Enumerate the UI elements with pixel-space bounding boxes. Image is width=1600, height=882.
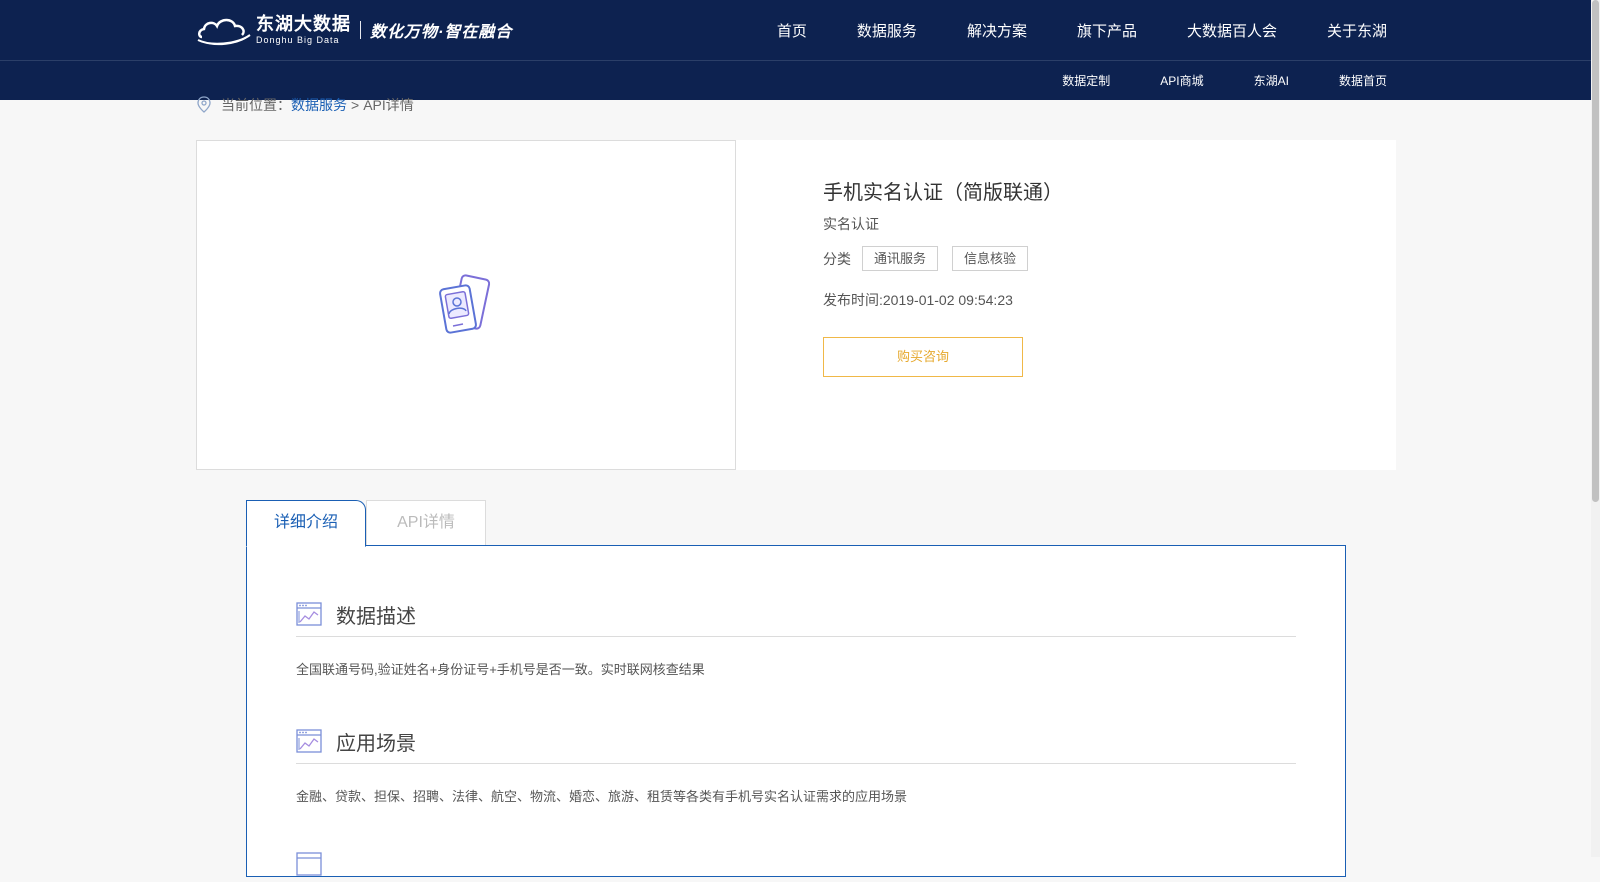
- nav-item-about[interactable]: 关于东湖: [1327, 20, 1387, 41]
- nav-item-home[interactable]: 首页: [777, 20, 807, 41]
- detail-tabs: 详细介绍 API详情: [246, 500, 486, 547]
- product-subtitle: 实名认证: [823, 216, 879, 232]
- subnav-item-api-store[interactable]: API商城: [1160, 72, 1203, 89]
- breadcrumb-link-data-services[interactable]: 数据服务: [291, 95, 347, 115]
- subnav-item-data-home[interactable]: 数据首页: [1339, 72, 1387, 89]
- top-header: 东湖大数据 Donghu Big Data 数化万物·智在融合 首页 数据服务 …: [0, 0, 1591, 61]
- tab-content-panel: 数据描述 全国联通号码,验证姓名+身份证号+手机号是否一致。实时联网核查结果 应…: [246, 545, 1346, 877]
- section-next-partial: [296, 851, 1296, 882]
- logo-slogan: 数化万物·智在融合: [370, 24, 513, 41]
- chart-window-icon: [296, 602, 322, 626]
- category-label: 分类: [823, 250, 851, 267]
- breadcrumb-separator: >: [351, 97, 360, 113]
- breadcrumb: 当前位置： 数据服务 > API详情: [196, 96, 414, 114]
- subnav-item-donghu-ai[interactable]: 东湖AI: [1254, 72, 1289, 89]
- cloud-logo-icon: [197, 18, 251, 46]
- nav-item-products[interactable]: 旗下产品: [1077, 20, 1137, 41]
- page-scrollbar[interactable]: [1591, 0, 1600, 857]
- buy-consult-button[interactable]: 购买咨询: [823, 337, 1023, 377]
- tab-detail-intro[interactable]: 详细介绍: [246, 500, 366, 547]
- scrollbar-thumb[interactable]: [1592, 0, 1599, 502]
- product-card: 手机实名认证（简版联通） 实名认证 分类 通讯服务 信息核验 发布时间:2019…: [196, 140, 1396, 470]
- logo-text: 东湖大数据 Donghu Big Data: [256, 15, 351, 45]
- chart-window-icon: [296, 729, 322, 753]
- location-pin-icon: [197, 96, 211, 113]
- nav-item-solutions[interactable]: 解决方案: [967, 20, 1027, 41]
- sub-nav: 数据定制 API商城 东湖AI 数据首页: [1012, 61, 1387, 100]
- site-logo[interactable]: 东湖大数据 Donghu Big Data 数化万物·智在融合: [196, 12, 512, 48]
- section-body: 全国联通号码,验证姓名+身份证号+手机号是否一致。实时联网核查结果: [296, 662, 705, 677]
- section-title: 数据描述: [336, 605, 416, 628]
- subnav-item-custom-data[interactable]: 数据定制: [1062, 72, 1110, 89]
- section-use-cases: 应用场景 金融、贷款、担保、招聘、法律、航空、物流、婚恋、旅游、租赁等各类有手机…: [296, 725, 1296, 805]
- publish-time: 发布时间:2019-01-02 09:54:23: [823, 292, 1013, 308]
- category-tag-verification[interactable]: 信息核验: [952, 246, 1029, 271]
- chart-window-icon: [296, 852, 322, 876]
- nav-item-data-services[interactable]: 数据服务: [857, 20, 917, 41]
- logo-name: 东湖大数据: [256, 14, 351, 34]
- product-title: 手机实名认证（简版联通）: [823, 182, 1063, 204]
- main-nav: 首页 数据服务 解决方案 旗下产品 大数据百人会 关于东湖: [727, 0, 1387, 60]
- tab-api-details[interactable]: API详情: [366, 500, 486, 545]
- category-tag-telecom[interactable]: 通讯服务: [862, 246, 939, 271]
- id-card-phone-icon: [439, 274, 491, 334]
- section-body: 金融、贷款、担保、招聘、法律、航空、物流、婚恋、旅游、租赁等各类有手机号实名认证…: [296, 789, 908, 804]
- nav-item-bigdata-club[interactable]: 大数据百人会: [1187, 20, 1277, 41]
- breadcrumb-current: API详情: [363, 97, 414, 113]
- product-image-box: [196, 140, 736, 470]
- section-data-description: 数据描述 全国联通号码,验证姓名+身份证号+手机号是否一致。实时联网核查结果: [296, 598, 1296, 678]
- section-title: 应用场景: [336, 732, 416, 755]
- logo-divider: [360, 21, 361, 39]
- logo-en-name: Donghu Big Data: [256, 35, 340, 45]
- section-header: 应用场景: [296, 725, 1296, 764]
- breadcrumb-prefix: 当前位置：: [221, 97, 291, 113]
- category-row: 分类 通讯服务 信息核验: [823, 246, 1042, 271]
- section-header: 数据描述: [296, 598, 1296, 637]
